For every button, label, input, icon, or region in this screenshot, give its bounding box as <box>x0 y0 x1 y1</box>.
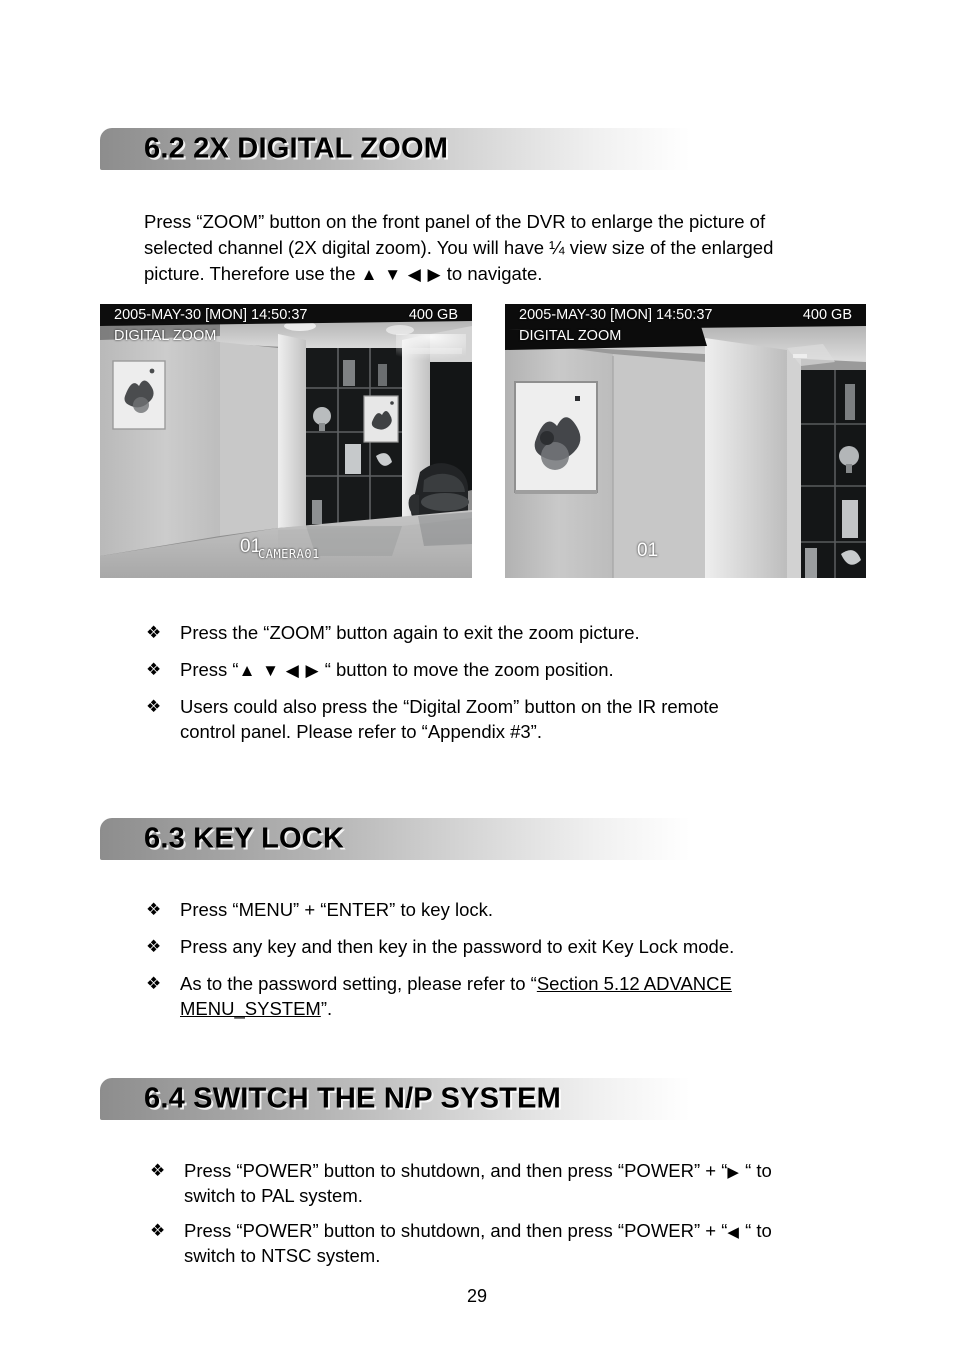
bullet-text-post: “ button to move the zoom position. <box>319 659 614 680</box>
cctv-scene-normal-graphic <box>100 304 472 578</box>
osd-hdd-capacity-zoomed: 400 GB <box>802 307 852 323</box>
paragraph-line-3: picture. Therefore use the ▲ ▼ ◀ ▶ to na… <box>144 261 834 287</box>
bullet-item: ❖ Press “▲ ▼ ◀ ▶ “ button to move the zo… <box>146 657 846 682</box>
bullet-text-post: ”. <box>320 998 333 1019</box>
osd-camera-title-normal: CAMERA01 <box>258 547 320 561</box>
bullet-text-line-2: control panel. Please refer to “Appendix… <box>180 721 542 742</box>
digital-zoom-bullet-list: ❖ Press the “ZOOM” button again to exit … <box>146 620 846 744</box>
bullet-text: Press “MENU” + “ENTER” to key lock. <box>180 899 494 920</box>
paragraph-line-2: selected channel (2X digital zoom). You … <box>144 237 774 258</box>
paragraph-line-3-pre: picture. Therefore use the <box>144 263 361 284</box>
paragraph-line-3-post: to navigate. <box>441 263 543 284</box>
bullet-text-pre: Press “ <box>180 659 239 680</box>
bullet-text: Press “▲ ▼ ◀ ▶ “ button to move the zoom… <box>180 657 846 682</box>
key-lock-bullet-list: ❖ Press “MENU” + “ENTER” to key lock. ❖ … <box>146 897 846 1021</box>
page-number: 29 <box>466 1286 488 1306</box>
dvr-screenshot-zoomed-view: 2005-MAY-30 [MON] 14:50:37 400 GB DIGITA… <box>505 304 866 578</box>
section-header-key-lock: 6.3 KEY LOCK <box>100 818 690 860</box>
osd-mode-zoomed: DIGITAL ZOOM <box>519 328 622 344</box>
bullet-text: Press any key and then key in the passwo… <box>180 936 735 957</box>
bullet-item: ❖ Press the “ZOOM” button again to exit … <box>146 620 846 645</box>
bullet-item: ❖ Press “MENU” + “ENTER” to key lock. <box>146 897 846 922</box>
bullet-text: Press “POWER” button to shutdown, and th… <box>184 1218 850 1268</box>
dvr-screenshot-normal-view: 2005-MAY-30 [MON] 14:50:37 400 GB DIGITA… <box>100 304 472 578</box>
diamond-bullet-icon: ❖ <box>146 660 162 679</box>
bullet-text: As to the password setting, please refer… <box>180 971 846 1021</box>
cross-reference-link-line-2[interactable]: MENU_SYSTEM <box>180 998 321 1019</box>
bullet-text-post: “ to <box>739 1160 772 1181</box>
document-page: 6.2 2X DIGITAL ZOOM Press “ZOOM” button … <box>0 0 954 1349</box>
section-header-digital-zoom: 6.2 2X DIGITAL ZOOM <box>100 128 690 170</box>
bullet-item: ❖ Users could also press the “Digital Zo… <box>146 694 846 744</box>
bullet-text-pre: Press “POWER” button to shutdown, and th… <box>184 1220 728 1241</box>
bullet-text-line-2: switch to PAL system. <box>184 1185 363 1206</box>
bullet-item: ❖ Press “POWER” button to shutdown, and … <box>150 1218 850 1268</box>
bullet-text: Press “POWER” button to shutdown, and th… <box>184 1158 850 1208</box>
digital-zoom-paragraph: Press “ZOOM” button on the front panel o… <box>144 209 834 287</box>
section-title-digital-zoom: 6.2 2X DIGITAL ZOOM <box>144 132 449 165</box>
diamond-bullet-icon: ❖ <box>146 623 162 642</box>
diamond-bullet-icon: ❖ <box>146 697 162 716</box>
navigation-arrows-icon: ▲ ▼ ◀ ▶ <box>360 265 442 284</box>
bullet-text-line-2: switch to NTSC system. <box>184 1245 381 1266</box>
osd-datetime-zoomed: 2005-MAY-30 [MON] 14:50:37 <box>519 307 713 323</box>
section-title-switch-np-system: 6.4 SWITCH THE N/P SYSTEM <box>144 1082 561 1115</box>
bullet-item: ❖ Press any key and then key in the pass… <box>146 934 846 959</box>
bullet-text-pre: As to the password setting, please refer… <box>180 973 537 994</box>
bullet-item: ❖ Press “POWER” button to shutdown, and … <box>150 1158 850 1208</box>
bullet-text: Users could also press the “Digital Zoom… <box>180 694 846 744</box>
diamond-bullet-icon: ❖ <box>150 1221 166 1240</box>
osd-datetime-normal: 2005-MAY-30 [MON] 14:50:37 <box>114 307 308 323</box>
bullet-text: Press the “ZOOM” button again to exit th… <box>180 622 640 643</box>
bullet-text-pre: Press “POWER” button to shutdown, and th… <box>184 1160 728 1181</box>
cctv-scene-normal <box>100 304 472 578</box>
diamond-bullet-icon: ❖ <box>150 1161 166 1180</box>
diamond-bullet-icon: ❖ <box>146 937 162 956</box>
cctv-scene-zoomed-graphic <box>505 304 866 578</box>
left-arrow-icon: ◀ <box>727 1224 740 1241</box>
section-title-key-lock: 6.3 KEY LOCK <box>144 822 345 855</box>
bullet-text-line-1: Users could also press the “Digital Zoom… <box>180 696 719 717</box>
right-arrow-icon: ▶ <box>727 1164 740 1181</box>
diamond-bullet-icon: ❖ <box>146 900 162 919</box>
diamond-bullet-icon: ❖ <box>146 974 162 993</box>
navigation-arrows-icon: ▲ ▼ ◀ ▶ <box>238 661 320 680</box>
paragraph-line-1: Press “ZOOM” button on the front panel o… <box>144 211 766 232</box>
switch-np-system-bullet-list: ❖ Press “POWER” button to shutdown, and … <box>150 1158 850 1268</box>
osd-channel-number-zoomed: 01 <box>637 540 659 561</box>
bullet-text-post: “ to <box>739 1220 772 1241</box>
cctv-scene-zoomed <box>505 304 866 578</box>
cross-reference-link-line-1[interactable]: Section 5.12 ADVANCE <box>537 973 732 994</box>
osd-hdd-capacity-normal: 400 GB <box>408 307 458 323</box>
osd-mode-normal: DIGITAL ZOOM <box>114 328 217 344</box>
section-header-switch-np-system: 6.4 SWITCH THE N/P SYSTEM <box>100 1078 690 1120</box>
bullet-item: ❖ As to the password setting, please ref… <box>146 971 846 1021</box>
